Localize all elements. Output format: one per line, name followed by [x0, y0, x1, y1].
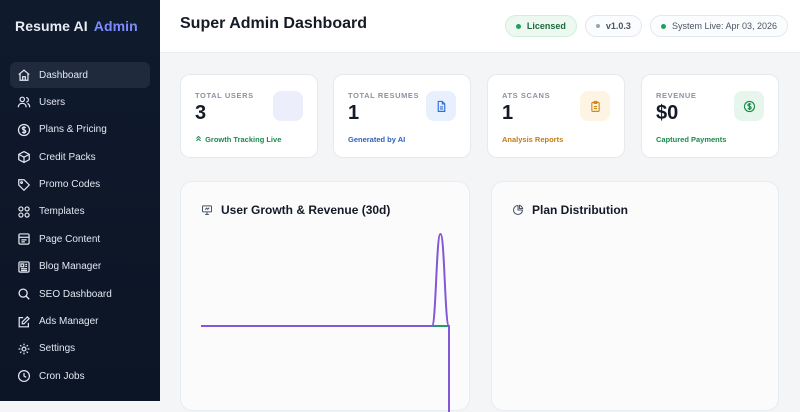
sidebar-item-dashboard[interactable]: Dashboard [10, 62, 150, 88]
sidebar-item-seo-dashboard[interactable]: SEO Dashboard [10, 281, 150, 307]
stat-subtext: Analysis Reports [502, 135, 564, 144]
sidebar-item-label: Users [39, 96, 66, 108]
version-badge: v1.0.3 [584, 15, 642, 37]
sidebar-item-cron-jobs[interactable]: Cron Jobs [10, 363, 150, 389]
sidebar-item-label: Plans & Pricing [39, 124, 107, 136]
status-live-dot [660, 23, 666, 29]
panel-title-label: Plan Distribution [532, 203, 628, 217]
stat-card-total-resumes: TOTAL RESUMES 1 Generated by AI [333, 74, 471, 158]
tag-icon [17, 178, 31, 192]
stat-subtext: Growth Tracking Live [195, 135, 281, 144]
home-icon [17, 68, 31, 82]
sidebar-item-label: Promo Codes [39, 179, 101, 191]
growth-chart [201, 232, 450, 412]
clock-icon [17, 369, 31, 383]
gear-icon [17, 342, 31, 356]
grid-icon [17, 205, 31, 219]
brand-admin-label: Admin [93, 18, 138, 34]
page-icon [17, 232, 31, 246]
sidebar-item-label: Page Content [39, 233, 101, 245]
sidebar-item-label: Dashboard [39, 69, 88, 81]
stat-label: REVENUE [656, 91, 697, 100]
system-status-label: System Live: Apr 03, 2026 [671, 21, 777, 31]
sidebar-item-label: Cron Jobs [39, 370, 85, 382]
package-icon [17, 150, 31, 164]
pie-icon [512, 204, 524, 216]
clipboard-icon [580, 91, 610, 121]
sidebar-item-templates[interactable]: Templates [10, 199, 150, 225]
header-badges: Licensed v1.0.3 System Live: Apr 03, 202… [504, 15, 788, 37]
sidebar-item-label: SEO Dashboard [39, 288, 112, 300]
sidebar-item-ads-manager[interactable]: Ads Manager [10, 309, 150, 335]
stat-card-total-users: TOTAL USERS 3 Growth Tracking Live [180, 74, 318, 158]
sidebar-item-label: Credit Packs [39, 151, 96, 163]
dollar-circle-icon [17, 123, 31, 137]
sidebar-item-blog-manager[interactable]: Blog Manager [10, 254, 150, 280]
sidebar-item-plans-pricing[interactable]: Plans & Pricing [10, 117, 150, 143]
stat-subtext: Generated by AI [348, 135, 406, 144]
sidebar: Resume AI Admin Dashboard Users Plans & … [0, 0, 160, 401]
stat-label: ATS SCANS [502, 91, 551, 100]
plan-distribution-panel: Plan Distribution [491, 181, 779, 411]
stat-value: $0 [656, 102, 679, 124]
version-label: v1.0.3 [605, 21, 631, 31]
dollar-circle-icon [734, 91, 764, 121]
users-icon [17, 95, 31, 109]
stat-icon-placeholder [273, 91, 303, 121]
sidebar-item-settings[interactable]: Settings [10, 336, 150, 362]
system-status-badge: System Live: Apr 03, 2026 [649, 15, 788, 37]
license-badge: Licensed [504, 15, 577, 37]
panel-title: Plan Distribution [512, 203, 628, 217]
edit-icon [17, 315, 31, 329]
sidebar-item-label: Templates [39, 206, 85, 218]
page-title: Super Admin Dashboard [180, 15, 367, 32]
stat-card-revenue: REVENUE $0 Captured Payments [641, 74, 779, 158]
stat-card-ats-scans: ATS SCANS 1 Analysis Reports [487, 74, 625, 158]
document-icon [426, 91, 456, 121]
version-dot [595, 24, 600, 28]
stat-label: TOTAL USERS [195, 91, 254, 100]
growth-chart-panel: User Growth & Revenue (30d) [180, 181, 470, 412]
stat-value: 1 [502, 102, 514, 124]
sidebar-item-page-content[interactable]: Page Content [10, 226, 150, 252]
brand-logo[interactable]: Resume AI Admin [0, 0, 160, 52]
stat-value: 1 [348, 102, 360, 124]
header: Super Admin Dashboard Licensed v1.0.3 Sy… [160, 0, 800, 53]
stat-subtext: Captured Payments [656, 135, 727, 144]
sidebar-item-label: Blog Manager [39, 261, 102, 273]
trend-up-icon [195, 135, 203, 144]
brand-name: Resume AI [15, 18, 88, 34]
stat-label: TOTAL RESUMES [348, 91, 420, 100]
series-line-2 [201, 232, 450, 412]
license-label: Licensed [526, 21, 566, 31]
sidebar-item-users[interactable]: Users [10, 89, 150, 115]
sidebar-nav: Dashboard Users Plans & Pricing Credit P… [0, 62, 160, 391]
license-status-dot [515, 23, 521, 29]
stat-subtext-label: Growth Tracking Live [205, 135, 282, 144]
main-content: Super Admin Dashboard Licensed v1.0.3 Sy… [160, 0, 800, 412]
sidebar-item-credit-packs[interactable]: Credit Packs [10, 144, 150, 170]
search-icon [17, 287, 31, 301]
sidebar-item-promo-codes[interactable]: Promo Codes [10, 172, 150, 198]
sidebar-item-label: Settings [39, 343, 76, 355]
sidebar-item-label: Ads Manager [39, 316, 99, 328]
stat-value: 3 [195, 102, 207, 124]
blog-icon [17, 260, 31, 274]
